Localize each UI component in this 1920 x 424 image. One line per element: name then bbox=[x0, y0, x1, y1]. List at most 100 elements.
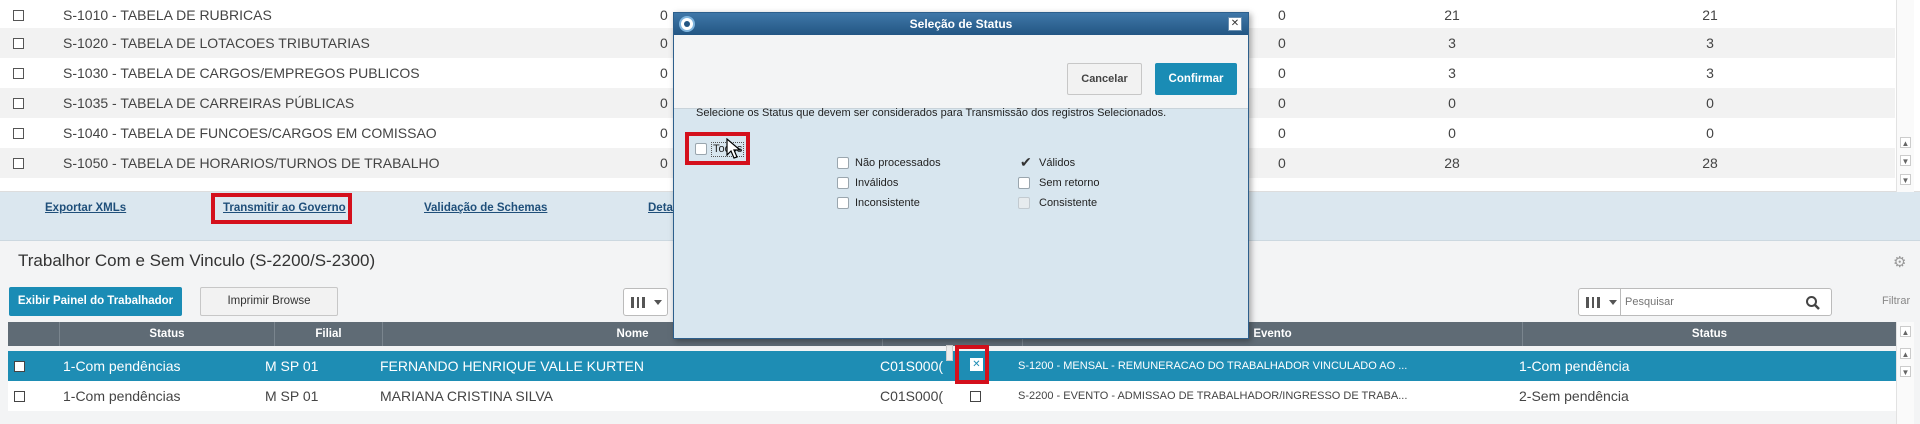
row-checkbox[interactable] bbox=[13, 158, 24, 169]
dialog-title: Seleção de Status bbox=[909, 17, 1013, 31]
count-cell: 3 bbox=[1706, 65, 1714, 81]
count-cell: 21 bbox=[1702, 7, 1718, 23]
scroll-down-icon[interactable]: ▼ bbox=[1900, 155, 1911, 166]
count-cell: 28 bbox=[1702, 155, 1718, 171]
validate-schemas-link[interactable]: Validação de Schemas bbox=[424, 202, 547, 214]
event-name: S-1010 - TABELA DE RUBRICAS bbox=[63, 7, 272, 23]
mouse-cursor-icon bbox=[726, 138, 742, 159]
search-input[interactable] bbox=[1625, 294, 1795, 310]
filter-label[interactable]: Filtrar bbox=[1882, 295, 1910, 307]
count-cell: 0 bbox=[660, 95, 668, 111]
section-title: Trabalhor Com e Sem Vinculo (S-2200/S-23… bbox=[18, 251, 376, 270]
sem-retorno-label[interactable]: Sem retorno bbox=[1039, 177, 1100, 189]
search-icon[interactable] bbox=[1805, 295, 1821, 311]
event-name: S-1035 - TABELA DE CARREIRAS PÚBLICAS bbox=[63, 95, 355, 111]
table-row[interactable]: 1-Com pendências M SP 01 MARIANA CRISTIN… bbox=[8, 381, 1896, 411]
chevron-down-icon bbox=[1609, 300, 1617, 305]
scroll-up-icon[interactable]: ▲ bbox=[1900, 326, 1911, 337]
event-name: S-1030 - TABELA DE CARGOS/EMPREGOS PUBLI… bbox=[63, 65, 420, 81]
count-cell: 21 bbox=[1444, 7, 1460, 23]
count-cell: 0 bbox=[1706, 95, 1714, 111]
row-codigo: C01S000( bbox=[880, 358, 944, 374]
row-filial: M SP 01 bbox=[265, 388, 319, 404]
chevron-down-icon bbox=[654, 300, 662, 305]
count-cell: 3 bbox=[1448, 65, 1456, 81]
row-checkbox[interactable] bbox=[13, 38, 24, 49]
dialog-toolbar: Cancelar Confirmar bbox=[674, 35, 1248, 109]
count-cell: 0 bbox=[1278, 95, 1286, 111]
column-header-filial[interactable]: Filial bbox=[275, 322, 383, 346]
nao-processados-label[interactable]: Não processados bbox=[855, 157, 941, 169]
consistente-checkbox bbox=[1018, 197, 1030, 209]
gear-icon[interactable]: ⚙ bbox=[1893, 253, 1906, 271]
resize-handle[interactable] bbox=[946, 345, 953, 361]
highlight-box bbox=[211, 193, 352, 224]
scroll-up-icon[interactable]: ▲ bbox=[1900, 137, 1911, 148]
scroll-down-icon[interactable]: ▼ bbox=[1900, 174, 1911, 185]
row-status-evento: 1-Com pendência bbox=[1519, 358, 1630, 374]
nao-processados-checkbox[interactable] bbox=[837, 157, 849, 169]
cancel-button[interactable]: Cancelar bbox=[1067, 63, 1142, 95]
count-cell: 0 bbox=[1278, 155, 1286, 171]
scroll-up-icon[interactable]: ▲ bbox=[1900, 348, 1911, 359]
row-checkbox[interactable] bbox=[13, 98, 24, 109]
row-nome: MARIANA CRISTINA SILVA bbox=[380, 388, 553, 404]
count-cell: 0 bbox=[660, 65, 668, 81]
scroll-down-icon[interactable]: ▼ bbox=[1900, 366, 1911, 377]
invalidos-label[interactable]: Inválidos bbox=[855, 177, 898, 189]
event-checkbox[interactable] bbox=[970, 391, 981, 402]
inconsistente-checkbox[interactable] bbox=[837, 197, 849, 209]
row-checkbox[interactable] bbox=[14, 361, 25, 372]
details-link[interactable]: Deta bbox=[648, 202, 673, 214]
grid-scrollbar[interactable]: ▲ ▲ ▼ bbox=[1896, 322, 1914, 424]
validos-checkbox[interactable]: ✔ bbox=[1018, 154, 1032, 170]
columns-icon bbox=[631, 297, 645, 308]
consistente-label: Consistente bbox=[1039, 197, 1098, 209]
row-status-evento: 2-Sem pendência bbox=[1519, 388, 1629, 404]
row-evento: S-1200 - MENSAL - REMUNERACAO DO TRABALH… bbox=[1018, 360, 1408, 372]
column-header-status[interactable]: Status bbox=[60, 322, 275, 346]
row-codigo: C01S000( bbox=[880, 388, 944, 404]
event-name: S-1040 - TABELA DE FUNCOES/CARGOS EM COM… bbox=[63, 125, 437, 141]
columns-icon bbox=[1586, 297, 1600, 308]
highlight-box bbox=[955, 345, 989, 384]
show-worker-panel-button[interactable]: Exibir Painel do Trabalhador bbox=[9, 287, 182, 316]
invalidos-checkbox[interactable] bbox=[837, 177, 849, 189]
print-browse-button[interactable]: Imprimir Browse bbox=[200, 287, 338, 316]
count-cell: 28 bbox=[1444, 155, 1460, 171]
count-cell: 0 bbox=[1448, 125, 1456, 141]
search-box[interactable] bbox=[1620, 288, 1832, 316]
count-cell: 0 bbox=[1278, 125, 1286, 141]
count-cell: 0 bbox=[1278, 65, 1286, 81]
row-evento: S-2200 - EVENTO - ADMISSAO DE TRABALHADO… bbox=[1018, 390, 1408, 402]
column-header-status-evento[interactable]: Status bbox=[1523, 322, 1896, 346]
count-cell: 0 bbox=[1706, 125, 1714, 141]
sem-retorno-checkbox[interactable] bbox=[1018, 177, 1030, 189]
columns-selector[interactable] bbox=[1578, 288, 1623, 316]
row-checkbox[interactable] bbox=[14, 391, 25, 402]
inconsistente-label[interactable]: Inconsistente bbox=[855, 197, 920, 209]
count-cell: 0 bbox=[1448, 95, 1456, 111]
row-checkbox[interactable] bbox=[13, 128, 24, 139]
check-icon: ✔ bbox=[1020, 154, 1032, 170]
row-status: 1-Com pendências bbox=[63, 358, 181, 374]
export-xmls-link[interactable]: Exportar XMLs bbox=[45, 202, 126, 214]
top-table-scrollbar[interactable]: ▲ ▼ ▼ bbox=[1896, 0, 1914, 192]
row-status: 1-Com pendências bbox=[63, 388, 181, 404]
row-checkbox[interactable] bbox=[13, 68, 24, 79]
count-cell: 3 bbox=[1706, 35, 1714, 51]
select-all-column[interactable] bbox=[8, 322, 60, 346]
count-cell: 0 bbox=[660, 7, 668, 23]
confirm-button[interactable]: Confirmar bbox=[1155, 63, 1237, 95]
row-checkbox[interactable] bbox=[13, 10, 24, 21]
columns-selector[interactable] bbox=[623, 288, 668, 316]
validos-label[interactable]: Válidos bbox=[1039, 157, 1075, 169]
count-cell: 0 bbox=[660, 155, 668, 171]
status-selection-dialog: Seleção de Status ✕ Cancelar Confirmar S… bbox=[673, 12, 1249, 339]
close-icon[interactable]: ✕ bbox=[1228, 17, 1242, 31]
row-filial: M SP 01 bbox=[265, 358, 319, 374]
count-cell: 3 bbox=[1448, 35, 1456, 51]
row-nome: FERNANDO HENRIQUE VALLE KURTEN bbox=[380, 358, 644, 374]
dialog-instruction: Selecione os Status que devem ser consid… bbox=[696, 107, 1167, 119]
count-cell: 0 bbox=[1278, 7, 1286, 23]
